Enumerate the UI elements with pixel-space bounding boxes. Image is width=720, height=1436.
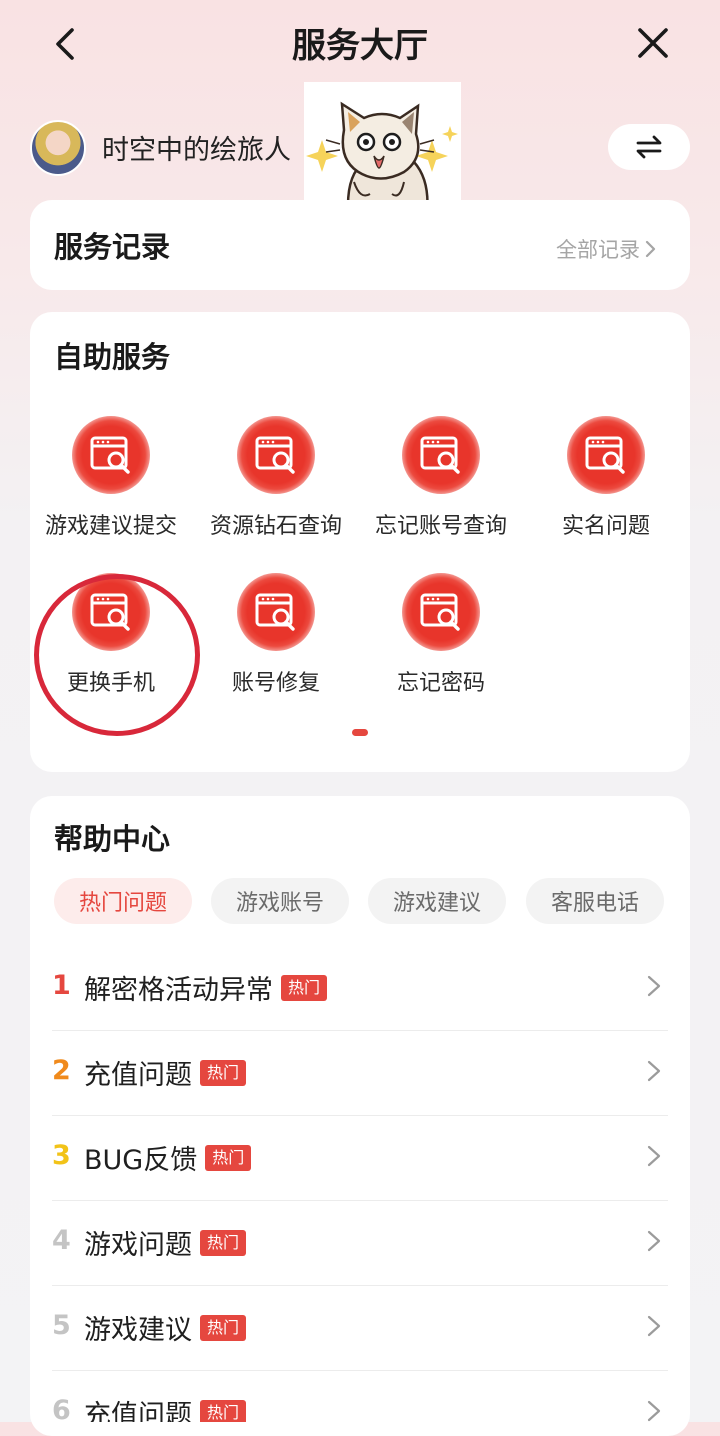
- service-item-label: 忘记密码: [396, 671, 485, 696]
- question-row[interactable]: 2 充值问题 热门: [30, 1031, 690, 1116]
- tab-hot-questions[interactable]: 热门问题: [54, 878, 192, 924]
- chevron-right-icon: [647, 1230, 661, 1252]
- hot-badge: 热门: [200, 1059, 247, 1086]
- service-item-label: 游戏建议提交: [44, 514, 177, 539]
- tab-game-account[interactable]: 游戏账号: [211, 878, 349, 924]
- avatar[interactable]: [30, 120, 86, 176]
- window-search-icon: [402, 416, 480, 494]
- question-row[interactable]: 6 充值问题 热门: [30, 1371, 690, 1422]
- window-search-icon: [567, 416, 645, 494]
- page-indicator-dot[interactable]: [352, 729, 368, 736]
- service-item-game-suggestion[interactable]: 游戏建议提交: [28, 416, 194, 540]
- all-records-label: 全部记录: [556, 238, 640, 262]
- window-search-icon: [237, 573, 315, 651]
- window-search-icon: [72, 416, 150, 494]
- service-item-forgot-password[interactable]: 忘记密码: [358, 573, 524, 697]
- chevron-right-icon: [645, 240, 656, 258]
- question-row[interactable]: 5 游戏建议 热门: [30, 1286, 690, 1371]
- switch-account-button[interactable]: [608, 124, 690, 170]
- close-icon[interactable]: [632, 22, 674, 64]
- swap-arrows-icon: [636, 135, 662, 159]
- window-search-icon: [402, 573, 480, 651]
- question-rank: 2: [52, 1055, 71, 1086]
- question-text: 充值问题: [84, 1060, 192, 1091]
- self-service-card: [30, 312, 690, 772]
- chevron-right-icon: [647, 1315, 661, 1337]
- question-rank: 5: [52, 1310, 71, 1341]
- service-item-account-repair[interactable]: 账号修复: [193, 573, 359, 697]
- question-text: 充值问题: [84, 1400, 192, 1422]
- self-service-title: 自助服务: [54, 340, 171, 374]
- service-item-change-phone[interactable]: 更换手机: [28, 573, 194, 697]
- service-item-label: 忘记账号查询: [374, 514, 507, 539]
- question-rank: 6: [52, 1395, 71, 1422]
- question-row[interactable]: 3 BUG反馈 热门: [30, 1116, 690, 1201]
- all-records-link[interactable]: 全部记录: [556, 234, 658, 264]
- question-text: BUG反馈: [84, 1145, 198, 1176]
- window-search-icon: [237, 416, 315, 494]
- chevron-right-icon: [647, 1060, 661, 1082]
- service-item-label: 实名问题: [561, 514, 650, 539]
- hot-badge: 热门: [205, 1144, 252, 1171]
- service-item-label: 账号修复: [231, 671, 320, 696]
- tab-service-phone[interactable]: 客服电话: [526, 878, 664, 924]
- chevron-right-icon: [647, 1145, 661, 1167]
- service-item-diamond-query[interactable]: 资源钻石查询: [193, 416, 359, 540]
- hot-badge: 热门: [281, 974, 328, 1001]
- question-text: 解密格活动异常: [84, 975, 273, 1006]
- question-rank: 3: [52, 1140, 71, 1171]
- chevron-right-icon: [647, 1400, 661, 1422]
- service-records-title: 服务记录: [54, 230, 171, 264]
- tab-game-suggestion[interactable]: 游戏建议: [368, 878, 506, 924]
- service-item-label: 更换手机: [66, 671, 155, 696]
- question-row[interactable]: 4 游戏问题 热门: [30, 1201, 690, 1286]
- service-item-real-name[interactable]: 实名问题: [523, 416, 689, 540]
- page-title: 服务大厅: [292, 26, 428, 66]
- username: 时空中的绘旅人: [102, 135, 291, 166]
- window-search-icon: [72, 573, 150, 651]
- hot-badge: 热门: [200, 1399, 247, 1422]
- hot-badge: 热门: [200, 1229, 247, 1256]
- question-text: 游戏建议: [84, 1315, 192, 1346]
- hot-badge: 热门: [200, 1314, 247, 1341]
- chevron-right-icon: [647, 975, 661, 997]
- question-row[interactable]: 1 解密格活动异常 热门: [30, 946, 690, 1031]
- help-center-title: 帮助中心: [54, 822, 171, 856]
- service-item-forgot-account[interactable]: 忘记账号查询: [358, 416, 524, 540]
- question-text: 游戏问题: [84, 1230, 192, 1261]
- service-item-label: 资源钻石查询: [209, 514, 342, 539]
- question-rank: 1: [52, 970, 71, 1001]
- question-rank: 4: [52, 1225, 71, 1256]
